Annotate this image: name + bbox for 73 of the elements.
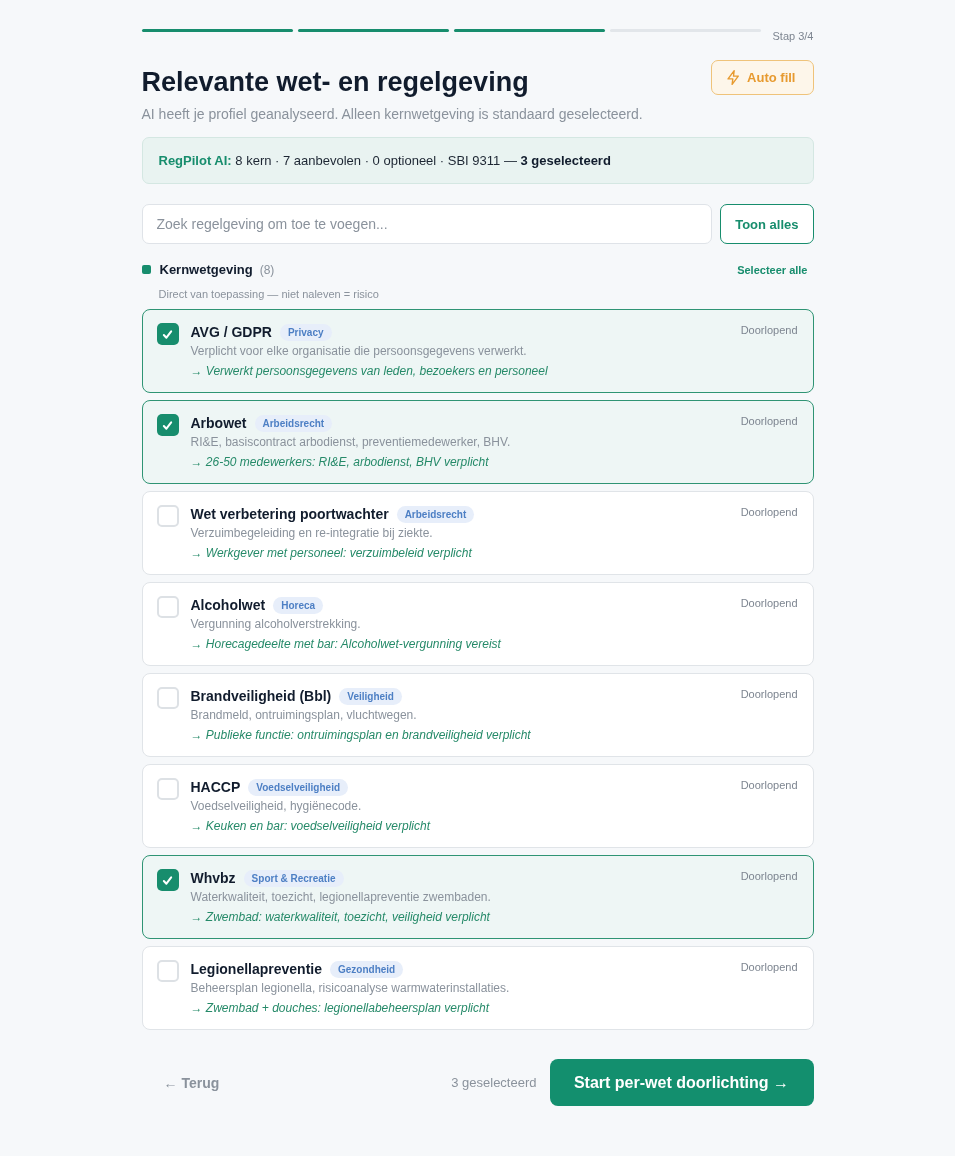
law-name: AVG / GDPR [190,324,272,340]
section-marker-icon [141,265,151,274]
law-reason: → Werkgever met personeel: verzuimbeleid verplicht [190,545,473,562]
law-name: Brandveiligheid (Bbl) [190,688,332,704]
law-card[interactable]: Arbowet Arbeidsrecht RI&E, basiscontract arbodienst, preventiemedewerker, BHV. → 26-50 medewerkers: RI&E, arbodienst, BHV verplicht Doorlopend [141,400,814,484]
law-status: Doorlopend [740,961,798,973]
law-reason: → Zwembad: waterkwaliteit, toezicht, veiligheid verplicht [190,909,491,926]
law-status: Doorlopend [740,688,798,700]
law-name: Legionellapreventie [190,961,322,977]
law-card[interactable]: Whvbz Sport & Recreatie Waterkwaliteit, toezicht, legionellapreventie zwembaden. → Zwembad: waterkwaliteit, toezicht, veiligheid verplicht Doorlopend [141,855,814,939]
law-reason: → Horecagedeelte met bar: Alcoholwet-vergunning vereist [190,636,502,653]
law-name: Alcoholwet [190,597,266,613]
law-description: Vergunning alcoholverstrekking. [190,616,362,633]
law-card[interactable]: Wet verbetering poortwachter Arbeidsrecht Verzuimbegeleiding en re-integratie bij ziekte. → Werkgever met personeel: verzuimbeleid verplicht Doorlopend [141,491,814,575]
law-status: Doorlopend [740,597,798,609]
page-subtitle: AI heeft je profiel geanalyseerd. Alleen kernwetgeving is standaard geselecteerd. [141,105,643,123]
checkbox[interactable] [156,687,179,709]
check-icon [162,874,173,886]
law-reason: → 26-50 medewerkers: RI&E, arbodienst, BHV verplicht [190,454,490,471]
law-card[interactable]: HACCP Voedselveiligheid Voedselveiligheid, hygiënecode. → Keuken en bar: voedselveiligheid verplicht Doorlopend [141,764,814,848]
law-reason: → Publieke functie: ontruimingsplan en brandveiligheid verplicht [190,727,532,744]
check-icon [162,328,173,340]
law-description: Brandmeld, ontruimingsplan, vluchtwegen. [190,707,418,724]
law-status: Doorlopend [740,324,798,336]
category-tag: Sport & Recreatie [243,869,344,887]
category-tag: Horeca [273,596,324,614]
page-title: Relevante wet- en regelgeving [141,66,530,99]
category-tag: Arbeidsrecht [254,414,333,432]
law-reason: → Verwerkt persoonsgegevens van leden, bezoekers en personeel [190,363,549,380]
checkbox[interactable] [156,869,179,891]
start-button[interactable]: Start per-wet doorlichting → [549,1059,814,1106]
law-reason: → Zwembad + douches: legionellabeheersplan verplicht [190,1000,491,1017]
section-count: (8) [259,262,275,277]
checkbox[interactable] [156,596,179,618]
law-status: Doorlopend [740,506,798,518]
lightning-icon [727,70,741,85]
law-card[interactable]: AVG / GDPR Privacy Verplicht voor elke organisatie die persoonsgegevens verwerkt. → Verwerkt persoonsgegevens van leden, bezoekers en personeel Doorlopend [141,309,814,393]
category-tag: Gezondheid [330,960,404,978]
category-tag: Voedselveiligheid [248,778,348,796]
selected-count: 3 geselecteerd [451,1075,537,1090]
summary-text: RegPilot AI: 8 kern · 7 aanbevolen · 0 optioneel · SBI 9311 — 3 geselecteerd [158,153,611,168]
section-title: Kernwetgeving [159,262,253,277]
law-name: Arbowet [190,415,247,431]
law-description: Verplicht voor elke organisatie die persoonsgegevens verwerkt. [190,343,528,360]
checkbox[interactable] [156,414,179,436]
select-all-link[interactable]: Selecteer alle [737,263,808,276]
law-card[interactable]: Brandveiligheid (Bbl) Veiligheid Brandmeld, ontruimingsplan, vluchtwegen. → Publieke functie: ontruimingsplan en brandveiligheid verplicht Doorlopend [141,673,814,757]
law-status: Doorlopend [740,870,798,882]
checkbox[interactable] [156,323,179,345]
show-all-button[interactable]: Toon alles [720,204,814,244]
category-tag: Arbeidsrecht [396,505,475,523]
law-description: Verzuimbegeleiding en re-integratie bij ziekte. [190,525,434,542]
law-status: Doorlopend [740,779,798,791]
checkbox[interactable] [156,778,179,800]
law-description: Beheersplan legionella, risicoanalyse warmwaterinstallaties. [190,980,511,997]
law-description: Waterkwaliteit, toezicht, legionellapreventie zwembaden. [190,889,492,906]
category-tag: Veiligheid [339,687,402,705]
check-icon [162,419,173,431]
law-card[interactable]: Alcoholwet Horeca Vergunning alcoholverstrekking. → Horecagedeelte met bar: Alcoholwet-vergunning vereist Doorlopend [141,582,814,666]
law-card[interactable]: Legionellapreventie Gezondheid Beheersplan legionella, risicoanalyse warmwaterinstallaties. → Zwembad + douches: legionellabeheersplan verplicht Doorlopend [141,946,814,1030]
law-reason: → Keuken en bar: voedselveiligheid verplicht [190,818,432,835]
law-name: HACCP [190,779,241,795]
law-name: Wet verbetering poortwachter [190,506,389,522]
section-description: Direct van toepassing — niet naleven = risico [158,287,380,301]
checkbox[interactable] [156,960,179,982]
search-field[interactable]: Zoek regelgeving om toe te voegen... [141,204,713,244]
step-label: Stap 3/4 [772,29,814,43]
checkbox[interactable] [156,505,179,527]
law-name: Whvbz [190,870,236,886]
law-description: Voedselveiligheid, hygiënecode. [190,798,363,815]
law-description: RI&E, basiscontract arbodienst, preventiemedewerker, BHV. [190,434,512,451]
law-status: Doorlopend [740,415,798,427]
category-tag: Privacy [279,323,332,341]
